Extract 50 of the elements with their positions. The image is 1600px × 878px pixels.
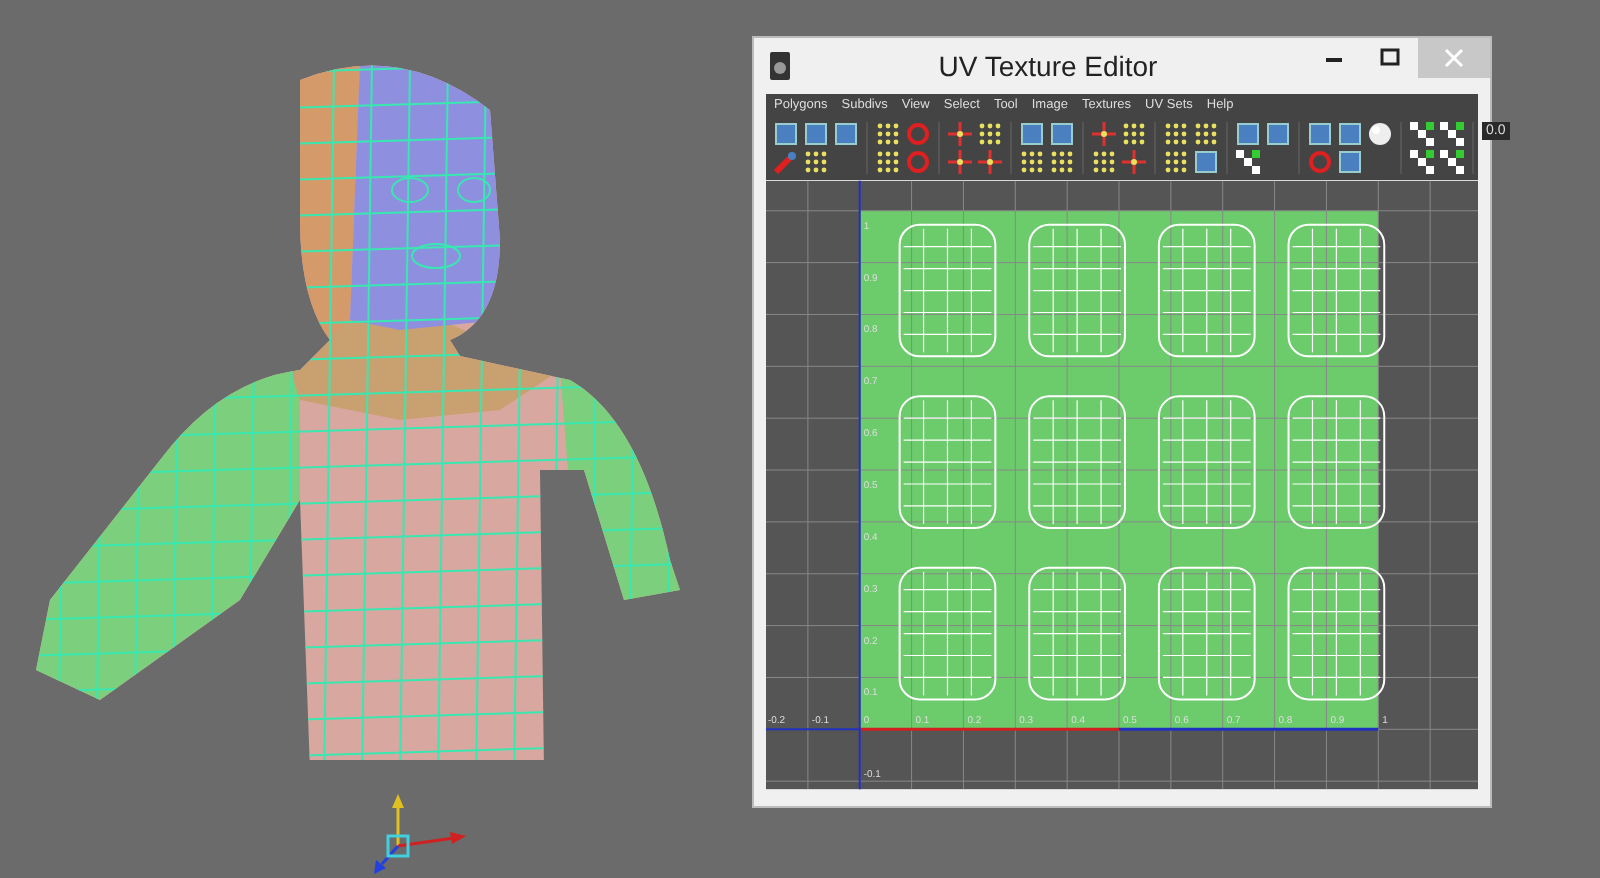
sphere-icon[interactable]	[1368, 122, 1392, 146]
square-icon[interactable]	[1194, 150, 1218, 174]
square-icon[interactable]	[1020, 122, 1044, 146]
square-icon[interactable]	[774, 122, 798, 146]
checker-icon[interactable]	[1440, 150, 1464, 174]
uv-shell-drawing	[1287, 395, 1386, 529]
dots-icon[interactable]	[978, 122, 1002, 146]
maximize-icon	[1380, 48, 1400, 68]
checker-icon[interactable]	[1236, 150, 1260, 174]
uv-shell-drawing	[1157, 395, 1256, 529]
uv-shell-drawing	[898, 223, 997, 358]
uv-shell-drawing	[1287, 566, 1386, 701]
dots-icon[interactable]	[1164, 122, 1188, 146]
dots-icon[interactable]	[1050, 150, 1074, 174]
move-gizmo-icon[interactable]	[374, 794, 466, 874]
uv-shell-drawing	[1028, 566, 1126, 701]
uv-shell-drawing	[1287, 223, 1386, 358]
uv-shell-drawing	[1028, 223, 1126, 358]
window-title: UV Texture Editor	[936, 50, 1160, 82]
square-icon[interactable]	[1308, 122, 1332, 146]
square-icon[interactable]	[1338, 150, 1362, 174]
dots-icon[interactable]	[876, 122, 900, 146]
cross-arrows-icon[interactable]	[948, 122, 972, 146]
square-icon[interactable]	[834, 122, 858, 146]
checker-icon[interactable]	[1440, 122, 1464, 146]
uv-shell-drawing	[1028, 395, 1126, 529]
dots-icon[interactable]	[1164, 150, 1188, 174]
uv-shell-drawing	[1157, 566, 1256, 701]
cross-arrows-icon[interactable]	[978, 150, 1002, 174]
square-icon[interactable]	[1236, 122, 1260, 146]
uv-shell-drawing	[1157, 223, 1256, 358]
checker-icon[interactable]	[1410, 122, 1434, 146]
uv-shell-drawing	[898, 566, 997, 701]
square-icon[interactable]	[804, 122, 828, 146]
dots-icon[interactable]	[1092, 150, 1116, 174]
cross-arrows-icon[interactable]	[1122, 150, 1146, 174]
dots-icon[interactable]	[1194, 122, 1218, 146]
cross-arrows-icon[interactable]	[948, 150, 972, 174]
square-icon[interactable]	[1338, 122, 1362, 146]
uv-shell-drawing	[898, 395, 997, 529]
dots-icon[interactable]	[876, 150, 900, 174]
close-icon	[1444, 48, 1464, 68]
app-icon	[770, 52, 790, 80]
checker-icon[interactable]	[1410, 150, 1434, 174]
dots-icon[interactable]	[1020, 150, 1044, 174]
square-icon[interactable]	[1050, 122, 1074, 146]
dots-icon[interactable]	[804, 150, 828, 174]
dots-icon[interactable]	[1122, 122, 1146, 146]
cross-arrows-icon[interactable]	[1092, 122, 1116, 146]
square-icon[interactable]	[1266, 122, 1290, 146]
